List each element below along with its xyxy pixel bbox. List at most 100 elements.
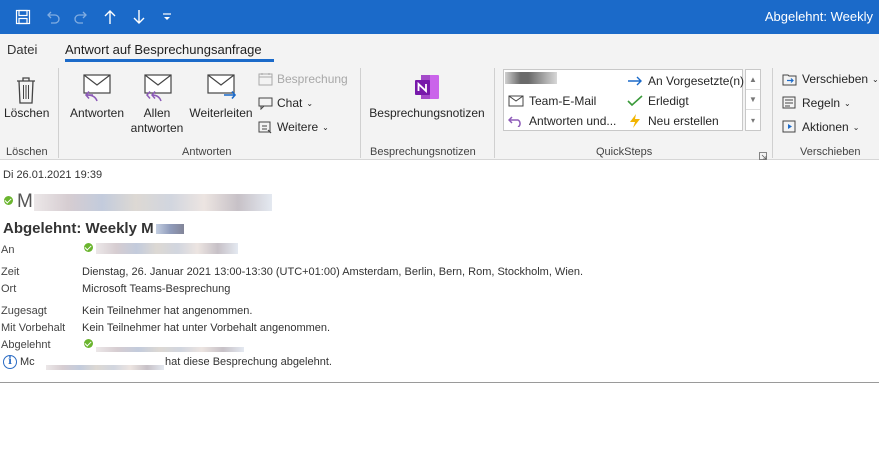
info-sender-prefix: Mc xyxy=(20,356,35,368)
redacted-quickstep xyxy=(505,72,557,84)
info-text: hat diese Besprechung abgelehnt. xyxy=(165,356,332,368)
calendar-icon xyxy=(258,73,273,86)
reply-button[interactable]: Antworten xyxy=(66,72,128,121)
chat-button-label: Chat xyxy=(277,96,303,110)
envelope-icon xyxy=(508,95,524,107)
forward-icon xyxy=(187,72,255,104)
arrow-up-icon[interactable] xyxy=(99,6,121,28)
quicksteps-scrollbar[interactable]: ▲ ▼ ▾ xyxy=(745,69,761,131)
quickstep-label: Antworten und... xyxy=(529,114,617,128)
reply-all-label-line1: Allen xyxy=(143,106,171,120)
reply-all-icon xyxy=(128,72,186,104)
quickstep-label: An Vorgesetzte(n) xyxy=(648,74,745,88)
quickstep-done[interactable]: Erledigt xyxy=(627,94,689,108)
declined-label: Abgelehnt xyxy=(1,339,51,351)
forward-button[interactable]: Weiterleiten xyxy=(187,72,255,121)
reply-button-label: Antworten xyxy=(69,106,125,120)
message-body[interactable] xyxy=(0,383,879,466)
reply-all-button[interactable]: Allen antworten xyxy=(128,72,186,136)
meeting-notes-button[interactable]: Besprechungsnotizen xyxy=(368,72,486,121)
chat-button[interactable]: Chat ⌄ xyxy=(258,96,313,110)
meeting-notes-label: Besprechungsnotizen xyxy=(369,106,485,120)
more-button-label: Weitere xyxy=(277,120,319,134)
dialog-launcher-icon[interactable] xyxy=(759,147,767,160)
group-separator xyxy=(494,68,495,158)
group-label-antworten: Antworten xyxy=(182,146,232,158)
meeting-button-label: Besprechung xyxy=(277,72,348,86)
redacted-subject xyxy=(156,224,184,234)
save-icon[interactable] xyxy=(12,6,34,28)
ribbon-tabs: Datei Antwort auf Besprechungsanfrage xyxy=(0,34,879,62)
forward-button-label: Weiterleiten xyxy=(189,106,253,120)
accepted-label: Zugesagt xyxy=(1,305,47,317)
redacted-declined-name xyxy=(96,347,244,352)
info-icon: i xyxy=(3,355,17,369)
tab-antwort-auf-besprechungsanfrage[interactable]: Antwort auf Besprechungsanfrage xyxy=(65,42,262,57)
to-label: An xyxy=(1,244,15,256)
move-button-label: Verschieben xyxy=(802,72,869,86)
location-value: Microsoft Teams-Besprechung xyxy=(82,283,231,295)
redacted-sender xyxy=(34,194,272,211)
group-label-besprechungsnotizen: Besprechungsnotizen xyxy=(370,146,476,158)
delete-button[interactable]: Löschen xyxy=(4,70,50,121)
redacted-info-name xyxy=(46,365,164,370)
scroll-down-icon[interactable]: ▼ xyxy=(746,90,760,110)
tab-datei[interactable]: Datei xyxy=(7,42,37,57)
tentative-value: Kein Teilnehmer hat unter Vorbehalt ange… xyxy=(82,322,331,334)
chevron-down-icon: ⌄ xyxy=(322,122,329,132)
more-options-icon xyxy=(258,121,272,134)
arrow-down-icon[interactable] xyxy=(128,6,150,28)
tentative-label: Mit Vorbehalt xyxy=(1,322,66,334)
chevron-down-icon: ⌄ xyxy=(872,74,879,84)
group-label-verschieben: Verschieben xyxy=(800,146,861,158)
move-button[interactable]: Verschieben ⌄ xyxy=(782,72,879,86)
rules-icon xyxy=(782,96,796,109)
location-label: Ort xyxy=(1,283,17,295)
redacted-recipient xyxy=(96,243,238,254)
time-label: Zeit xyxy=(1,266,20,278)
onenote-icon xyxy=(368,72,486,104)
accepted-status-icon xyxy=(84,243,93,252)
scroll-up-icon[interactable]: ▲ xyxy=(746,70,760,90)
sender-name[interactable]: M xyxy=(17,191,33,213)
arrow-right-icon xyxy=(628,76,642,86)
quickstep-create-new[interactable]: Neu erstellen xyxy=(627,114,719,128)
quickstep-label: Erledigt xyxy=(648,94,689,108)
chevron-down-icon: ⌄ xyxy=(852,122,860,132)
reply-arrow-icon xyxy=(508,116,521,127)
chevron-down-icon: ⌄ xyxy=(844,98,851,108)
actions-button[interactable]: Aktionen ⌄ xyxy=(782,120,859,134)
time-value: Dienstag, 26. Januar 2021 13:00-13:30 (U… xyxy=(82,266,584,278)
undo-icon[interactable] xyxy=(42,6,64,28)
quickstep-to-manager[interactable]: An Vorgesetzte(n) xyxy=(627,74,744,88)
accepted-status-icon xyxy=(4,196,13,205)
title-bar: Abgelehnt: Weekly xyxy=(0,0,879,34)
quickstep-label: Neu erstellen xyxy=(648,114,719,128)
expand-gallery-icon[interactable]: ▾ xyxy=(746,110,760,130)
chat-icon xyxy=(258,97,273,110)
message-date: Di 26.01.2021 19:39 xyxy=(3,169,103,181)
accepted-status-icon xyxy=(84,339,93,348)
redo-icon[interactable] xyxy=(70,6,92,28)
message-subject: Abgelehnt: Weekly M xyxy=(3,220,154,237)
reply-all-label-line2: antworten xyxy=(130,121,184,135)
delete-button-label: Löschen xyxy=(4,106,50,120)
chevron-down-icon: ⌄ xyxy=(306,98,314,108)
more-button[interactable]: Weitere ⌄ xyxy=(258,120,329,134)
group-separator xyxy=(772,68,773,158)
customize-qat-icon[interactable] xyxy=(158,6,176,28)
meeting-button[interactable]: Besprechung xyxy=(258,72,348,86)
checkmark-icon xyxy=(627,95,643,107)
quickstep-reply-and-delete[interactable]: Antworten und... xyxy=(508,114,616,128)
actions-icon xyxy=(782,120,796,133)
group-separator xyxy=(360,68,361,158)
reply-icon xyxy=(66,72,128,104)
quickstep-label: Team-E-Mail xyxy=(529,94,597,108)
actions-button-label: Aktionen xyxy=(802,120,849,134)
trash-icon xyxy=(4,70,48,104)
group-separator xyxy=(58,68,59,158)
accepted-value: Kein Teilnehmer hat angenommen. xyxy=(82,305,253,317)
rules-button[interactable]: Regeln ⌄ xyxy=(782,96,851,110)
quickstep-team-email[interactable]: Team-E-Mail xyxy=(508,94,596,108)
group-label-loeschen: Löschen xyxy=(6,146,48,158)
